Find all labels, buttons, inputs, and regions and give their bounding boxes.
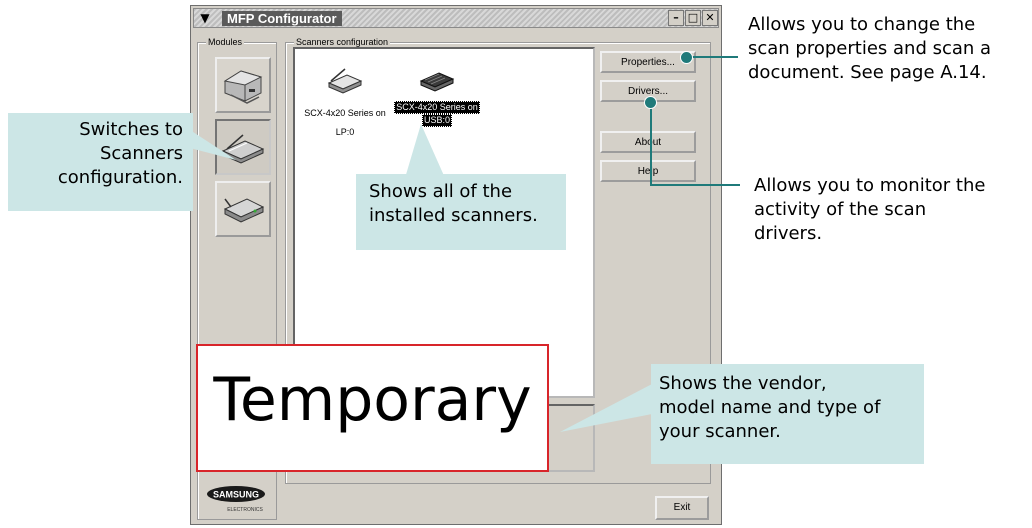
properties-connector	[690, 56, 738, 58]
shows-all-line2: installed scanners.	[369, 205, 538, 226]
vendor-line3: your scanner.	[659, 421, 781, 442]
port-module-button[interactable]	[215, 181, 271, 237]
drivers-annot-line1: Allows you to monitor the	[754, 175, 986, 196]
help-button[interactable]: Help	[600, 160, 696, 182]
drivers-annot-line2: activity of the scan	[754, 199, 927, 220]
samsung-logo-text: SAMSUNG	[213, 490, 259, 500]
temporary-overlay-text: Temporary	[213, 365, 532, 435]
drivers-annotation: Allows you to monitor the activity of th…	[754, 174, 985, 246]
minimize-icon[interactable]: –	[668, 10, 684, 26]
temporary-overlay: Temporary	[196, 344, 549, 472]
properties-annot-line1: Allows you to change the	[748, 14, 976, 35]
switches-callout-line2: Scanners	[99, 143, 183, 164]
shows-all-line1: Shows all of the	[369, 181, 513, 202]
drivers-connector-vertical	[650, 100, 652, 186]
window-title: MFP Configurator	[222, 11, 342, 26]
scanner-lp0-label-line1: SCX-4x20 Series on	[304, 108, 386, 118]
exit-button[interactable]: Exit	[655, 496, 709, 520]
vendor-callout: Shows the vendor, model name and type of…	[651, 364, 924, 464]
vendor-line2: model name and type of	[659, 397, 881, 418]
properties-connector-dot	[680, 51, 693, 64]
switches-callout-pointer	[190, 130, 236, 160]
samsung-logo-subtext: ELECTRONICS	[227, 507, 263, 513]
properties-annotation: Allows you to change the scan properties…	[748, 13, 991, 85]
vendor-callout-pointer	[560, 384, 652, 432]
scanner-item-lp0[interactable]: SCX-4x20 Series on LP:0	[297, 61, 393, 139]
shows-all-callout-pointer	[405, 124, 445, 178]
window-menu-icon[interactable]: ▼	[197, 11, 213, 25]
close-icon[interactable]: ✕	[702, 10, 718, 26]
scanner-item-usb0[interactable]: SCX-4x20 Series on USB:0	[389, 61, 485, 127]
samsung-logo-graphic: SAMSUNG ELECTRONICS	[207, 486, 265, 513]
drivers-connector-dot	[644, 96, 657, 109]
switches-callout-line1: Switches to	[79, 119, 183, 140]
port-icon	[223, 198, 265, 223]
printer-module-button[interactable]	[215, 57, 271, 113]
shows-all-callout: Shows all of the installed scanners.	[356, 174, 566, 250]
maximize-icon[interactable]: □	[685, 10, 701, 26]
switches-callout: Switches to Scanners configuration.	[8, 113, 193, 211]
properties-annot-line2: scan properties and scan a	[748, 38, 992, 59]
modules-label: Modules	[206, 36, 245, 48]
scanner-icon	[327, 68, 363, 94]
drivers-connector-horizontal	[650, 184, 740, 186]
scanner-lp0-label-line2: LP:0	[335, 127, 355, 137]
title-bar[interactable]: ▼ MFP Configurator – □ ✕	[193, 8, 719, 28]
scanner-icon	[419, 72, 455, 92]
scanner-usb0-label-line1: SCX-4x20 Series on	[394, 101, 480, 114]
printer-icon	[223, 70, 263, 104]
samsung-logo: SAMSUNG ELECTRONICS	[205, 484, 267, 514]
properties-annot-line3: document. See page A.14.	[748, 62, 987, 83]
drivers-annot-line3: drivers.	[754, 223, 823, 244]
switches-callout-line3: configuration.	[57, 167, 183, 188]
about-button[interactable]: About	[600, 131, 696, 153]
vendor-line1: Shows the vendor,	[659, 373, 827, 394]
